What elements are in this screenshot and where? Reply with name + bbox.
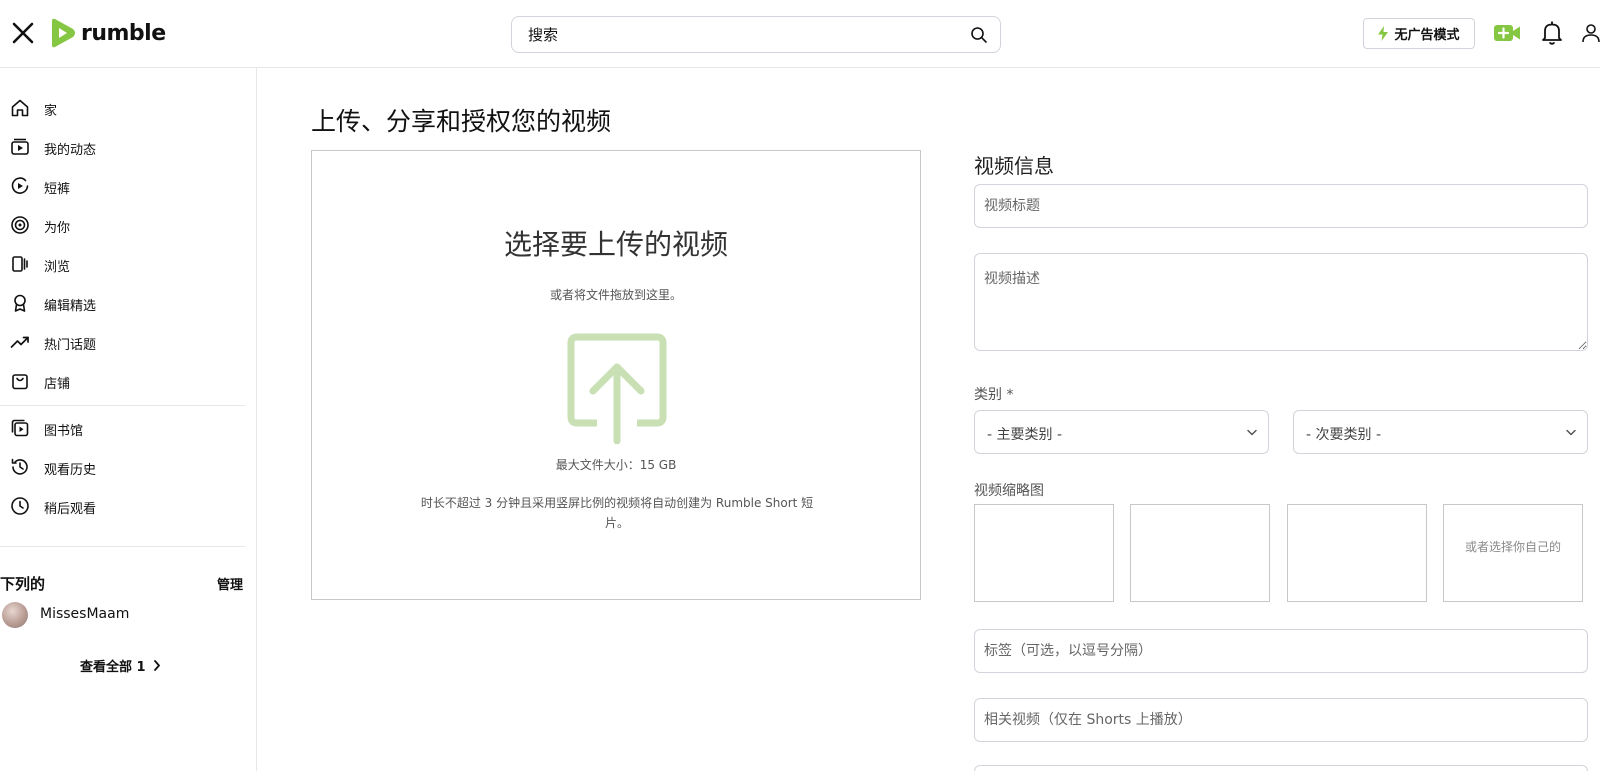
sidebar-item-label: 短裤 [44,182,71,197]
thumbnail-option-3[interactable] [1287,504,1427,602]
see-all-link[interactable]: 查看全部 1 [80,656,161,675]
sidebar-item-history[interactable]: 观看历史 [0,450,245,484]
primary-category-value: - 主要类别 - [987,427,1063,443]
dropzone-subtitle: 或者将文件拖放到这里。 [549,288,682,302]
sidebar-divider [0,546,245,547]
sidebar-item-shop[interactable]: 店铺 [0,364,245,398]
sidebar-item-home[interactable]: 家 [0,91,245,125]
feed-icon [11,138,29,155]
sidebar-item-trending[interactable]: 热门话题 [0,325,245,359]
sidebar-item-label: 编辑精选 [44,299,97,314]
subscription-item[interactable]: MissesMaam [0,598,245,632]
top-bar: rumble 无广告模式 [0,0,1600,68]
primary-category-select[interactable]: - 主要类别 - [974,410,1269,454]
sidebar-item-for-you[interactable]: 为你 [0,208,245,242]
sidebar: 家 我的动态 短裤 为你 浏览 编辑精选 热门话题 店铺 图书馆 观看历史 稍后… [0,68,257,771]
sidebar-item-label: 店铺 [44,377,71,392]
bell-icon [1542,21,1562,45]
custom-thumbnail-button[interactable]: 或者选择你自己的 [1443,504,1583,602]
adfree-mode-label: 无广告模式 [1394,28,1460,43]
sidebar-item-feed[interactable]: 我的动态 [0,130,245,164]
search-icon[interactable] [970,26,988,44]
dropzone-title: 选择要上传的视频 [503,228,728,261]
video-add-icon [1494,25,1520,41]
search-bar [511,16,1001,53]
sidebar-divider [0,405,245,406]
category-label: 类别 * [974,387,1014,403]
library-icon [11,419,29,437]
close-icon [12,22,34,44]
user-menu-button[interactable] [1580,22,1600,44]
chevron-right-icon [154,660,161,671]
video-title-input[interactable] [974,184,1588,228]
clock-icon [11,497,29,515]
video-description-input[interactable] [974,253,1588,351]
subscription-name: MissesMaam [40,606,130,622]
custom-thumbnail-text: 或者选择你自己的 [1464,540,1561,554]
upload-video-button[interactable] [1493,22,1521,44]
secondary-category-value: - 次要类别 - [1306,427,1382,443]
shorts-icon [11,177,29,194]
sidebar-item-label: 观看历史 [44,463,97,478]
notifications-button[interactable] [1540,20,1564,46]
subscriptions-title: 下列的 [0,575,46,593]
sidebar-item-label: 为你 [44,221,71,236]
page-title: 上传、分享和授权您的视频 [311,107,612,136]
thumbnail-label: 视频缩略图 [974,483,1044,499]
logo-text: rumble [81,20,166,46]
chevron-down-icon [1566,429,1576,436]
browse-icon [12,256,28,272]
thumbnail-option-2[interactable] [1130,504,1270,602]
chevron-down-icon [1247,429,1257,436]
sidebar-item-label: 浏览 [44,260,71,275]
upload-icon [567,333,667,444]
trending-icon [10,336,29,348]
lightning-icon [1378,26,1389,41]
history-icon [11,458,28,475]
user-icon [1582,24,1600,43]
sidebar-item-label: 我的动态 [44,143,97,158]
sidebar-item-label: 家 [44,104,58,119]
tags-input[interactable] [974,629,1588,673]
shop-icon [12,374,28,390]
video-info-title: 视频信息 [974,154,1054,178]
rumble-logo[interactable]: rumble [47,17,166,49]
award-icon [14,294,26,312]
home-icon [11,99,29,117]
sidebar-item-editor-picks[interactable]: 编辑精选 [0,286,245,320]
adfree-mode-button[interactable]: 无广告模式 [1363,18,1475,49]
see-all-label: 查看全部 1 [80,660,146,675]
sidebar-item-browse[interactable]: 浏览 [0,247,245,281]
related-video-input[interactable] [974,698,1588,742]
sidebar-item-label: 稍后观看 [44,502,97,517]
close-button[interactable] [10,20,36,46]
manage-subscriptions-link[interactable]: 管理 [217,574,243,593]
avatar [2,602,28,628]
next-field[interactable] [974,765,1588,771]
secondary-category-select[interactable]: - 次要类别 - [1293,410,1588,454]
sidebar-item-library[interactable]: 图书馆 [0,411,245,445]
sidebar-item-label: 热门话题 [44,338,97,353]
upload-dropzone[interactable]: 选择要上传的视频 或者将文件拖放到这里。 最大文件大小：15 GB 时长不超过 … [311,150,921,600]
max-file-size: 最大文件大小：15 GB [555,458,677,472]
thumbnail-option-1[interactable] [974,504,1114,602]
sidebar-item-shorts[interactable]: 短裤 [0,169,245,203]
sidebar-item-label: 图书馆 [44,424,84,439]
sidebar-item-watch-later[interactable]: 稍后观看 [0,489,245,523]
rumble-logo-icon [52,18,75,48]
search-input[interactable] [512,17,970,52]
target-icon [11,216,29,234]
shorts-note: 时长不超过 3 分钟且采用竖屏比例的视频将自动创建为 Rumble Short … [420,496,814,530]
